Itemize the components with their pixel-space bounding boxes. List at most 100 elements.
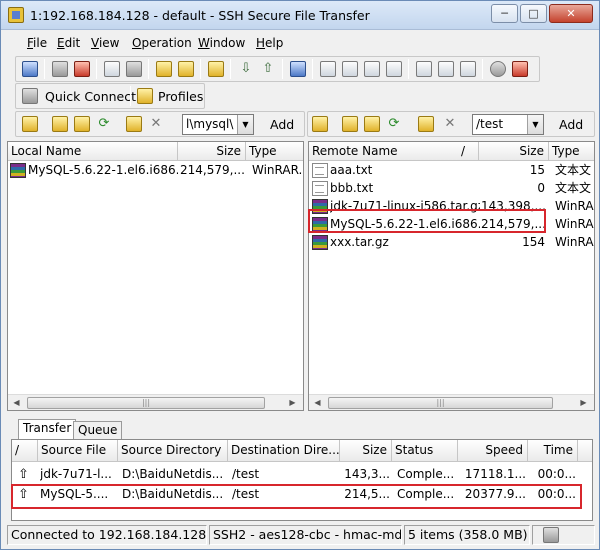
app-icon xyxy=(8,7,24,23)
transfer-col-direction[interactable]: / xyxy=(12,440,38,462)
transfer-header: / Source File Source Directory Destinati… xyxy=(12,440,592,462)
auto-mode-icon[interactable] xyxy=(460,61,476,77)
local-file-pane[interactable]: Local Name Size Type MySQL-5.6.22-1.el6.… xyxy=(7,141,304,411)
download-arrow-icon[interactable]: ⇩ xyxy=(238,61,254,77)
disconnect-icon[interactable] xyxy=(74,61,90,77)
profiles-folder-icon xyxy=(137,88,153,104)
download-folder-icon[interactable] xyxy=(178,61,194,77)
transfer-speed: 17118.1... xyxy=(464,467,526,481)
transfer-col-status[interactable]: Status xyxy=(392,440,458,462)
large-icons-icon[interactable] xyxy=(320,61,336,77)
remote-new-folder-icon[interactable] xyxy=(364,116,380,132)
small-icons-icon[interactable] xyxy=(342,61,358,77)
local-col-name[interactable]: Local Name xyxy=(8,142,178,161)
status-bar: Connected to 192.168.184.128 - / SSH2 - … xyxy=(7,525,595,545)
stop-icon[interactable] xyxy=(490,61,506,77)
toolbar-divider xyxy=(482,59,483,79)
transfer-source-file: jdk-7u71-l... xyxy=(40,467,112,481)
remote-add-button[interactable]: Add xyxy=(559,117,583,132)
remote-file-type: 文本文 xyxy=(555,181,592,195)
status-items: 5 items (358.0 MB) xyxy=(404,525,530,545)
transfer-status: Comple... xyxy=(397,467,455,481)
menu-help[interactable]: Help xyxy=(256,36,283,50)
menu-operation[interactable]: Operation xyxy=(132,36,192,50)
paste-icon[interactable] xyxy=(126,61,142,77)
toolbar-divider xyxy=(408,59,409,79)
remote-home-icon[interactable] xyxy=(342,116,358,132)
local-add-button[interactable]: Add xyxy=(270,117,294,132)
transfer-col-speed[interactable]: Speed xyxy=(458,440,528,462)
terminal-icon[interactable] xyxy=(290,61,306,77)
remote-col-type[interactable]: Type xyxy=(549,142,594,161)
lock-icon xyxy=(543,527,559,543)
menu-edit[interactable]: Edit xyxy=(57,36,80,50)
save-icon[interactable] xyxy=(22,61,38,77)
scroll-right-icon[interactable]: ▶ xyxy=(284,395,301,410)
remote-col-size[interactable]: Size xyxy=(479,142,549,161)
remote-col-name[interactable]: Remote Name / xyxy=(309,142,479,161)
remote-delete-icon[interactable]: ✕ xyxy=(442,116,458,132)
remote-file-row[interactable]: xxx.tar.gz 154 WinRA xyxy=(309,234,594,252)
transfer-size: 143,3... xyxy=(344,467,390,481)
upload-folder-icon[interactable] xyxy=(156,61,172,77)
local-new-item-icon[interactable] xyxy=(126,116,142,132)
rar-file-icon xyxy=(312,235,328,250)
local-col-type[interactable]: Type xyxy=(246,142,303,161)
remote-file-row[interactable]: aaa.txt 15 文本文 xyxy=(309,162,594,180)
minimize-button[interactable]: ─ xyxy=(491,4,518,23)
ascii-mode-icon[interactable] xyxy=(416,61,432,77)
local-path-combo[interactable]: l\mysql\ ▼ xyxy=(182,114,254,135)
settings-icon[interactable] xyxy=(208,61,224,77)
local-new-folder-icon[interactable] xyxy=(74,116,90,132)
transfer-col-source-dir[interactable]: Source Directory xyxy=(118,440,228,462)
local-up-folder-icon[interactable] xyxy=(22,116,38,132)
transfer-row[interactable]: ⇧ jdk-7u71-l... D:\BaiduNetdis... /test … xyxy=(12,466,592,484)
close-button[interactable]: ✕ xyxy=(549,4,593,23)
local-file-row[interactable]: MySQL-5.6.22-1.el6.i686.... 214,579,... … xyxy=(8,162,303,180)
transfer-highlight-box xyxy=(11,484,582,509)
remote-file-size: 154 xyxy=(522,235,545,249)
details-view-icon[interactable] xyxy=(386,61,402,77)
help-book-icon[interactable] xyxy=(512,61,528,77)
local-hscrollbar[interactable]: ◀ ||| ▶ xyxy=(8,394,303,410)
local-col-size[interactable]: Size xyxy=(178,142,246,161)
local-home-icon[interactable] xyxy=(52,116,68,132)
scroll-right-icon[interactable]: ▶ xyxy=(575,395,592,410)
remote-scroll-thumb[interactable]: ||| xyxy=(328,397,553,409)
toolbar-divider xyxy=(230,59,231,79)
transfer-col-time[interactable]: Time xyxy=(528,440,578,462)
remote-path-combo[interactable]: /test ▼ xyxy=(472,114,544,135)
menu-window[interactable]: Window xyxy=(198,36,245,50)
tab-queue[interactable]: Queue xyxy=(73,421,123,439)
transfer-source-dir: D:\BaiduNetdis... xyxy=(122,467,224,481)
local-path-dropdown-icon[interactable]: ▼ xyxy=(237,115,253,134)
local-refresh-icon[interactable]: ⟳ xyxy=(96,116,112,132)
copy-icon[interactable] xyxy=(104,61,120,77)
local-delete-icon[interactable]: ✕ xyxy=(148,116,164,132)
print-icon[interactable] xyxy=(52,61,68,77)
transfer-col-dest-dir[interactable]: Destination Dire... xyxy=(228,440,340,462)
remote-refresh-icon[interactable]: ⟳ xyxy=(386,116,402,132)
transfer-col-size[interactable]: Size xyxy=(340,440,392,462)
upload-arrow-icon[interactable]: ⇧ xyxy=(260,61,276,77)
remote-path-dropdown-icon[interactable]: ▼ xyxy=(527,115,543,134)
list-view-icon[interactable] xyxy=(364,61,380,77)
transfer-time: 00:0... xyxy=(537,467,576,481)
scroll-left-icon[interactable]: ◀ xyxy=(309,395,326,410)
transfer-col-source-file[interactable]: Source File xyxy=(38,440,118,462)
local-scroll-thumb[interactable]: ||| xyxy=(27,397,265,409)
remote-hscrollbar[interactable]: ◀ ||| ▶ xyxy=(309,394,594,410)
binary-mode-icon[interactable] xyxy=(438,61,454,77)
menu-file[interactable]: File xyxy=(27,36,47,50)
remote-new-item-icon[interactable] xyxy=(418,116,434,132)
tab-transfer[interactable]: Transfer xyxy=(18,419,77,439)
menu-view[interactable]: View xyxy=(91,36,119,50)
remote-file-row[interactable]: bbb.txt 0 文本文 xyxy=(309,180,594,198)
local-file-name: MySQL-5.6.22-1.el6.i686.... xyxy=(28,163,178,177)
profiles-button[interactable]: Profiles xyxy=(158,89,203,104)
maximize-button[interactable]: □ xyxy=(520,4,547,23)
quick-connect-button[interactable]: Quick Connect xyxy=(45,89,136,104)
remote-up-folder-icon[interactable] xyxy=(312,116,328,132)
remote-file-pane[interactable]: Remote Name / Size Type aaa.txt 15 文本文 bb… xyxy=(308,141,595,411)
scroll-left-icon[interactable]: ◀ xyxy=(8,395,25,410)
